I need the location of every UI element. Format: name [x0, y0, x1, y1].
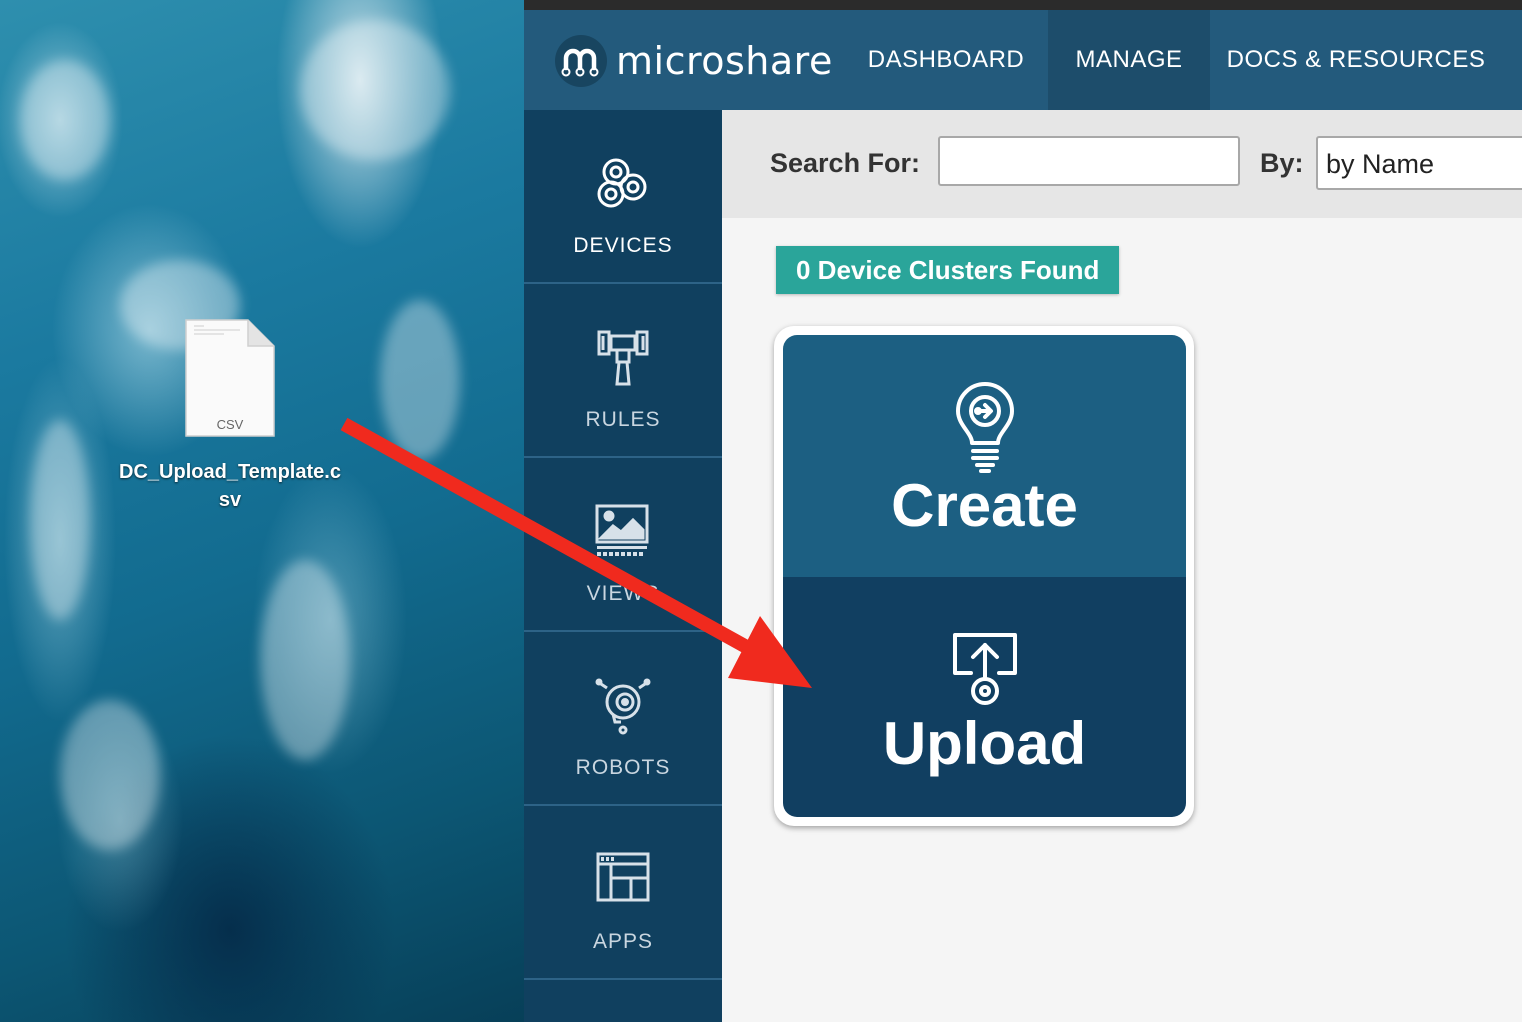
window-title-bar: [524, 0, 1522, 10]
upload-button[interactable]: Upload: [783, 577, 1186, 817]
desktop-wallpaper: CSV DC_Upload_Template.csv: [0, 0, 524, 1022]
devices-icon: [597, 158, 647, 208]
microshare-app-window: microshare DASHBOARD MANAGE DOCS & RESOU…: [524, 0, 1522, 1022]
apps-icon: [596, 852, 650, 902]
main-content: Search For: By: by Name 0 Device Cluster…: [722, 110, 1522, 1022]
create-button[interactable]: Create: [783, 335, 1186, 577]
nav-manage[interactable]: MANAGE: [1048, 10, 1210, 110]
nav-docs-resources[interactable]: DOCS & RESOURCES: [1224, 10, 1488, 110]
sidebar-label-devices: DEVICES: [573, 234, 673, 257]
views-icon: [595, 504, 649, 556]
rules-icon: [597, 330, 649, 386]
microshare-logo[interactable]: microshare: [554, 33, 833, 89]
search-bar: Search For: By: by Name: [722, 110, 1522, 218]
top-navigation-bar: microshare DASHBOARD MANAGE DOCS & RESOU…: [524, 10, 1522, 110]
create-label: Create: [891, 472, 1078, 539]
sidebar-label-views: VIEWS: [586, 582, 660, 605]
sidebar-label-robots: ROBOTS: [575, 756, 671, 779]
csv-file-name: DC_Upload_Template.csv: [119, 461, 341, 511]
sidebar: DEVICES RULES VIEWS ROBOTS APPS: [524, 110, 722, 1022]
lightbulb-icon: [956, 382, 1014, 473]
sidebar-item-views[interactable]: VIEWS: [524, 458, 722, 632]
search-input[interactable]: [938, 136, 1240, 186]
sidebar-item-devices[interactable]: DEVICES: [524, 110, 722, 284]
csv-type-label: CSV: [216, 417, 244, 432]
microshare-logo-icon: [555, 35, 607, 87]
upload-label: Upload: [882, 710, 1087, 777]
cluster-action-card: Create Upload: [774, 326, 1194, 826]
csv-file-icon-item[interactable]: CSV DC_Upload_Template.csv: [110, 318, 350, 514]
clusters-found-badge: 0 Device Clusters Found: [776, 246, 1120, 294]
nav-dashboard[interactable]: DASHBOARD: [846, 10, 1046, 110]
search-for-label: Search For:: [770, 148, 921, 178]
sidebar-label-rules: RULES: [585, 408, 661, 431]
search-by-select[interactable]: by Name: [1316, 136, 1522, 190]
upload-icon: [953, 633, 1017, 705]
screenshot-root: CSV DC_Upload_Template.csv microshare DA…: [0, 0, 1522, 1022]
sidebar-label-apps: APPS: [592, 930, 654, 953]
sidebar-item-rules[interactable]: RULES: [524, 284, 722, 458]
sidebar-item-robots[interactable]: ROBOTS: [524, 632, 722, 806]
robots-icon: [595, 678, 651, 735]
search-by-label: By:: [1260, 148, 1304, 178]
csv-document-icon: CSV: [184, 318, 276, 438]
brand-name: microshare: [616, 39, 833, 83]
sidebar-item-apps[interactable]: APPS: [524, 806, 722, 980]
